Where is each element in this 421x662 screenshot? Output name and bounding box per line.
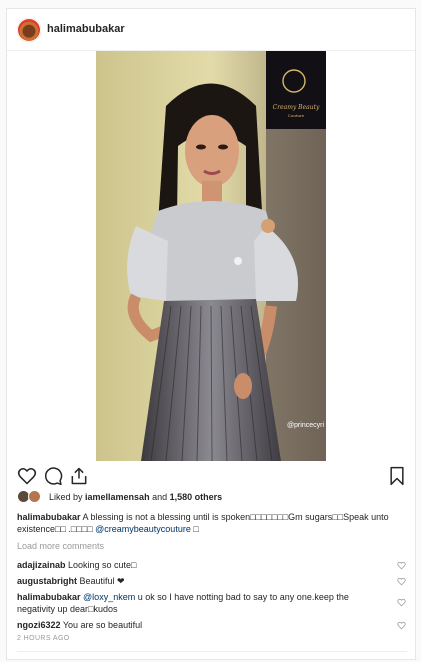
liker-avatar[interactable] bbox=[28, 490, 41, 503]
post-card: halimabubakar Creamy Beauty Couture @pri… bbox=[6, 8, 416, 660]
comment-like-icon[interactable] bbox=[397, 577, 406, 586]
comment-author[interactable]: halimabubakar bbox=[17, 592, 81, 602]
comment-divider bbox=[17, 651, 407, 652]
photo-illustration: Creamy Beauty Couture @princecyri bbox=[96, 51, 326, 461]
likes-prefix: Liked by bbox=[49, 492, 86, 502]
likes-text: Liked by iamellamensah and 1,580 others bbox=[49, 492, 222, 502]
comment-like-icon[interactable] bbox=[397, 561, 406, 570]
action-bar bbox=[7, 466, 415, 492]
comment-author[interactable]: ngozi6322 bbox=[17, 620, 61, 630]
comment-like-icon[interactable] bbox=[397, 598, 406, 607]
post-username[interactable]: halimabubakar bbox=[47, 23, 125, 35]
avatar[interactable] bbox=[17, 18, 41, 42]
post-caption: halimabubakar A blessing is not a blessi… bbox=[17, 511, 409, 535]
likes-summary: Liked by iamellamensah and 1,580 others bbox=[17, 490, 407, 506]
comment-item: adajizainab Looking so cute□ bbox=[17, 559, 387, 571]
comment-text: Looking so cute□ bbox=[65, 560, 137, 570]
likes-middle: and bbox=[149, 492, 170, 502]
comment-like-icon[interactable] bbox=[397, 621, 406, 630]
photo-credit: @princecyri bbox=[287, 422, 325, 429]
comment-bubble-icon[interactable] bbox=[43, 466, 63, 486]
comment-mention[interactable]: @loxy_nkem bbox=[83, 592, 135, 602]
share-icon[interactable] bbox=[69, 466, 89, 486]
comment-text: You are so beautiful bbox=[60, 620, 143, 630]
load-more-comments[interactable]: Load more comments bbox=[17, 541, 104, 551]
liker-username[interactable]: iamellamensah bbox=[85, 492, 150, 502]
comment-text: Beautiful ❤ bbox=[77, 576, 125, 586]
post-header: halimabubakar bbox=[7, 9, 415, 51]
svg-text:Couture: Couture bbox=[288, 113, 305, 118]
likes-count[interactable]: 1,580 others bbox=[170, 492, 223, 502]
post-timestamp[interactable]: 2 HOURS AGO bbox=[17, 635, 70, 642]
comment-author[interactable]: augustabright bbox=[17, 576, 77, 586]
post-photo[interactable]: Creamy Beauty Couture @princecyri bbox=[96, 51, 326, 461]
comment-item: halimabubakar @loxy_nkem u ok so I have … bbox=[17, 591, 387, 615]
post-media[interactable]: Creamy Beauty Couture @princecyri bbox=[7, 51, 415, 461]
caption-tail: □ bbox=[190, 524, 199, 534]
comment-item: augustabright Beautiful ❤ bbox=[17, 575, 387, 587]
heart-outline-icon[interactable] bbox=[17, 466, 37, 486]
caption-mention[interactable]: @creamybeautycouture bbox=[95, 524, 191, 534]
bookmark-icon[interactable] bbox=[387, 466, 407, 486]
caption-author[interactable]: halimabubakar bbox=[17, 512, 81, 522]
comment-item: ngozi6322 You are so beautiful bbox=[17, 619, 387, 631]
brand-logo: Creamy Beauty bbox=[273, 104, 320, 111]
comment-author[interactable]: adajizainab bbox=[17, 560, 66, 570]
